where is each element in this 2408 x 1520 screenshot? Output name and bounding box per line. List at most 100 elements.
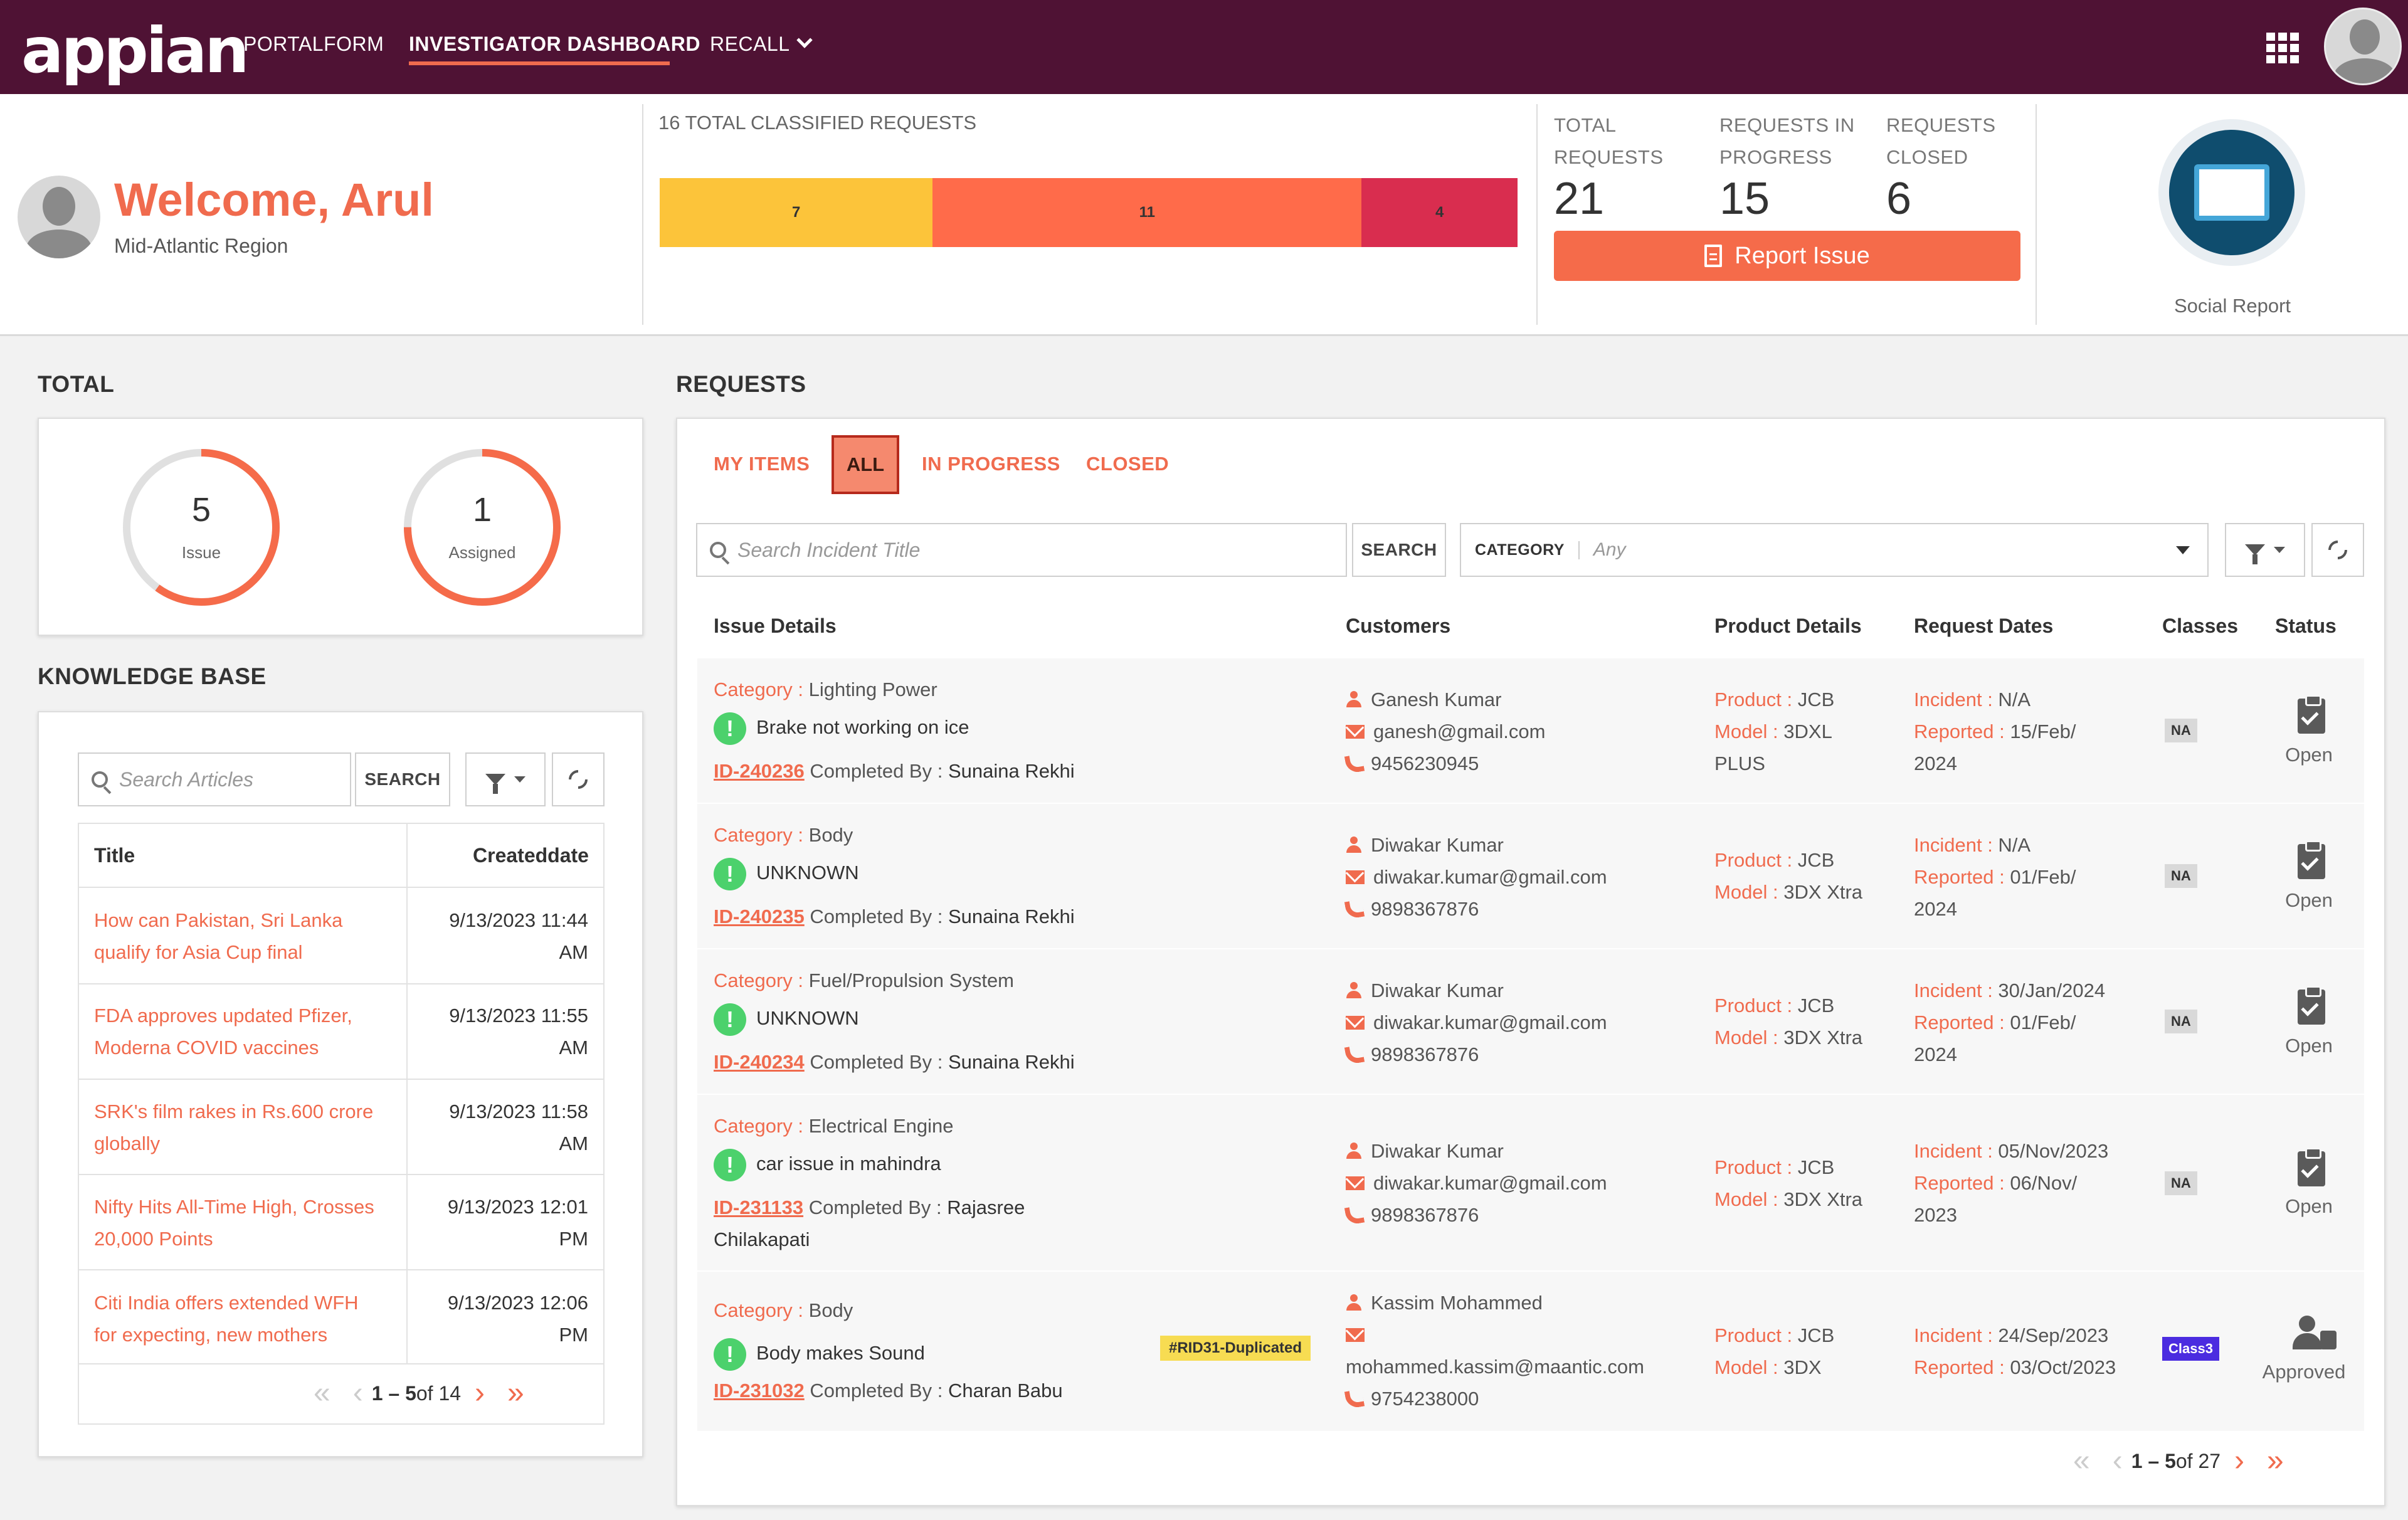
kb-article-link[interactable]: Citi India offers extended WFH for expect…: [94, 1287, 383, 1351]
kb-filter-button[interactable]: [465, 752, 546, 806]
app-grid-icon[interactable]: [2266, 33, 2300, 63]
pager-range: 1 – 5: [371, 1381, 416, 1405]
col-issue-details: Issue Details: [714, 615, 837, 637]
kb-article-date: 9/13/2023 11:58 AM: [449, 1100, 588, 1154]
phone-icon: [1344, 1205, 1365, 1226]
phone-icon: [1344, 753, 1365, 774]
next-page-icon[interactable]: ›: [475, 1378, 485, 1408]
last-page-icon[interactable]: »: [507, 1378, 524, 1408]
social-report-icon[interactable]: [2158, 119, 2305, 266]
issue-category: Category : Body: [714, 1299, 853, 1321]
caret-down-icon: [2176, 546, 2190, 554]
person-icon: [1346, 982, 1362, 998]
bar-segment[interactable]: 11: [932, 178, 1362, 247]
divider: [2036, 104, 2037, 325]
tab-in-progress[interactable]: IN PROGRESS: [922, 453, 1060, 475]
search-icon: [92, 771, 108, 788]
issue-category: Category : Body: [714, 824, 853, 846]
stat-closed-label: REQUESTS CLOSED: [1886, 114, 1996, 168]
prev-page-icon[interactable]: ‹: [2113, 1446, 2123, 1476]
kb-search-button[interactable]: SEARCH: [355, 752, 450, 806]
category-label: CATEGORY: [1461, 541, 1580, 559]
issue-id-link[interactable]: ID-240236: [714, 760, 805, 782]
kb-pagination: « ‹ 1 – 5 of 14 › »: [300, 1378, 538, 1408]
nav-investigator-dashboard[interactable]: INVESTIGATOR DASHBOARD: [409, 33, 700, 56]
issue-title: ! car issue in mahindra: [714, 1148, 941, 1181]
alert-icon: !: [714, 1003, 746, 1036]
stat-closed-value: 6: [1886, 174, 1912, 224]
mail-icon: [1346, 870, 1365, 884]
kb-article-link[interactable]: FDA approves updated Pfizer, Moderna COVI…: [94, 1000, 383, 1063]
bar-segment[interactable]: 7: [660, 178, 933, 247]
category-value: Any: [1593, 539, 1626, 560]
issue-id-link[interactable]: ID-231133: [714, 1196, 803, 1218]
kb-col-title: Title: [94, 844, 135, 867]
report-issue-label: Report Issue: [1735, 242, 1870, 269]
phone-icon: [1344, 1044, 1365, 1065]
last-page-icon[interactable]: »: [2267, 1446, 2284, 1476]
next-page-icon[interactable]: ›: [2234, 1446, 2244, 1476]
requests-section-title: REQUESTS: [676, 371, 806, 397]
status-label: Open: [2285, 1195, 2333, 1217]
user-avatar[interactable]: [2324, 8, 2402, 85]
tab-closed[interactable]: CLOSED: [1086, 453, 1169, 475]
requests-refresh-button[interactable]: [2311, 523, 2364, 577]
request-dates: Incident : 30/Jan/2024 Reported : 01/Feb…: [1914, 979, 2106, 1065]
clipboard-check-icon: [2298, 840, 2325, 879]
kb-search-input[interactable]: Search Articles: [78, 752, 351, 806]
refresh-icon: [564, 766, 592, 793]
caret-down-icon: [2274, 547, 2285, 553]
classified-stacked-bar: 7 11 4: [660, 178, 1518, 247]
customer-info: Diwakar Kumar diwakar.kumar@gmail.com 98…: [1344, 829, 1607, 925]
welcome-heading: Welcome, Arul: [114, 174, 434, 226]
tab-my-items[interactable]: MY ITEMS: [714, 453, 810, 475]
total-classified-label: 16 TOTAL CLASSIFIED REQUESTS: [658, 112, 977, 134]
status-label: Open: [2285, 889, 2333, 911]
issue-id-link[interactable]: ID-240235: [714, 905, 805, 927]
category-select[interactable]: CATEGORY Any: [1460, 523, 2209, 577]
class-badge: NA: [2165, 719, 2197, 742]
pager-range: 1 – 5: [2131, 1449, 2176, 1472]
mail-icon: [1346, 725, 1365, 739]
issue-id-link[interactable]: ID-231032: [714, 1380, 805, 1401]
issue-id-link[interactable]: ID-240234: [714, 1051, 805, 1073]
status-label: Open: [2285, 744, 2333, 766]
product-info: Product : JCB Model : 3DX Xtra: [1714, 1156, 1863, 1210]
clipboard-check-icon: [2298, 1148, 2325, 1186]
appian-logo[interactable]: appian: [21, 14, 250, 87]
kb-article-link[interactable]: How can Pakistan, Sri Lanka qualify for A…: [94, 904, 383, 968]
caret-down-icon: [514, 776, 525, 783]
issue-title: ! Brake not working on ice: [714, 711, 969, 745]
nav-recall-label: RECALL: [710, 33, 790, 55]
tab-all[interactable]: ALL: [832, 435, 899, 494]
alert-icon: !: [714, 1338, 746, 1371]
request-dates: Incident : 05/Nov/2023 Reported : 06/Nov…: [1914, 1140, 2109, 1226]
assigned-count: 1: [472, 491, 492, 529]
first-page-icon[interactable]: «: [2073, 1446, 2090, 1476]
mail-icon: [1346, 1176, 1365, 1190]
prev-page-icon[interactable]: ‹: [353, 1378, 363, 1408]
request-dates: Incident : N/A Reported : 15/Feb/ 2024: [1914, 689, 2076, 774]
nav-portalform[interactable]: PORTALFORM: [243, 33, 384, 56]
requests-filter-button[interactable]: [2225, 523, 2305, 577]
col-request-dates: Request Dates: [1914, 615, 2054, 637]
product-info: Product : JCB Model : 3DX: [1714, 1324, 1835, 1378]
kb-article-link[interactable]: SRK's film rakes in Rs.600 crore globally: [94, 1095, 383, 1159]
welcome-avatar: [18, 176, 100, 258]
clipboard-check-icon: [2298, 695, 2325, 734]
nav-recall[interactable]: RECALL: [710, 32, 813, 56]
top-nav: appian PORTALFORM INVESTIGATOR DASHBOARD…: [0, 0, 2408, 94]
bar-segment[interactable]: 4: [1361, 178, 1518, 247]
class-badge: NA: [2165, 1010, 2197, 1033]
first-page-icon[interactable]: «: [314, 1378, 330, 1408]
incident-search-button[interactable]: SEARCH: [1352, 523, 1446, 577]
report-issue-button[interactable]: Report Issue: [1554, 231, 2020, 281]
kb-refresh-button[interactable]: [552, 752, 605, 806]
incident-search-input[interactable]: Search Incident Title: [696, 523, 1347, 577]
social-report-label: Social Report: [2173, 295, 2291, 317]
customer-info: Diwakar Kumar diwakar.kumar@gmail.com 98…: [1344, 1135, 1607, 1231]
kb-article-link[interactable]: Nifty Hits All-Time High, Crosses 20,000 …: [94, 1191, 383, 1255]
stat-total-label: TOTAL REQUESTS: [1554, 114, 1664, 168]
stat-inprogress-label: REQUESTS IN PROGRESS: [1719, 114, 1855, 168]
document-icon: [1704, 245, 1723, 267]
